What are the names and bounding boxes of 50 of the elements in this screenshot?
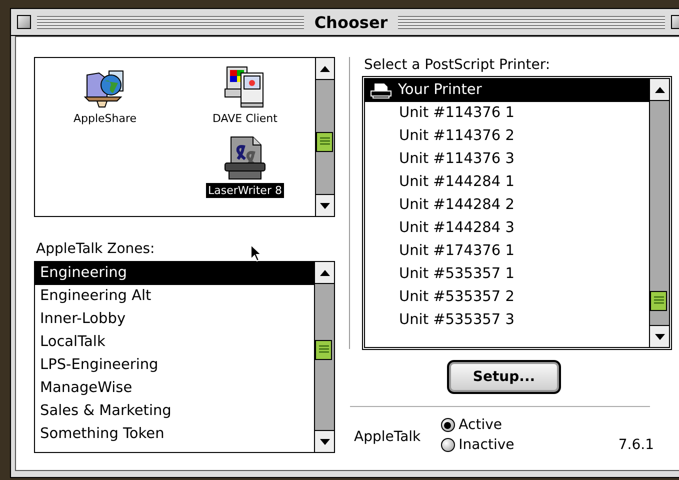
printer-item[interactable]: Unit #174376 1	[365, 240, 649, 263]
title-stripes[interactable]	[398, 16, 666, 28]
printer-item[interactable]: Unit #114376 1	[365, 102, 649, 125]
printer-item[interactable]: Unit #144284 1	[365, 171, 649, 194]
down-arrow-icon	[320, 438, 330, 444]
scroll-thumb[interactable]	[316, 132, 333, 152]
zone-item[interactable]: ManageWise	[35, 377, 314, 400]
window-title: Chooser	[313, 12, 389, 32]
appletalk-label: AppleTalk	[354, 429, 421, 445]
setup-button[interactable]: Setup...	[447, 360, 561, 394]
zone-item[interactable]: LPS-Engineering	[35, 354, 314, 377]
down-arrow-icon	[320, 202, 330, 208]
radio-button[interactable]: Inactive	[440, 437, 514, 453]
zone-item[interactable]: Inner-Lobby	[35, 308, 314, 331]
device-item[interactable]: DAVE Client	[175, 58, 315, 130]
scroll-up-button[interactable]	[650, 79, 669, 101]
printer-item[interactable]: Unit #114376 3	[365, 148, 649, 171]
scroll-up-button[interactable]	[315, 262, 334, 284]
scroll-down-button[interactable]	[315, 430, 334, 452]
up-arrow-icon	[320, 66, 330, 72]
printer-item[interactable]: Your Printer	[365, 79, 649, 102]
device-item[interactable]: LaserWriter 8	[175, 130, 315, 202]
version-number: 7.6.1	[618, 437, 654, 453]
up-arrow-icon	[320, 270, 330, 276]
down-arrow-icon	[654, 334, 664, 340]
up-arrow-icon	[654, 86, 664, 92]
zone-item[interactable]: Engineering	[35, 262, 314, 285]
printer-item[interactable]: Unit #114376 2	[365, 125, 649, 148]
printer-item[interactable]: Unit #535357 3	[365, 309, 649, 332]
close-box[interactable]	[17, 15, 31, 29]
radio-button[interactable]: Active	[440, 417, 514, 433]
printer-list-label: Select a PostScript Printer:	[364, 57, 552, 73]
zone-item[interactable]: LocalTalk	[35, 331, 314, 354]
printer-item[interactable]: Unit #535357 2	[365, 286, 649, 309]
scroll-up-button[interactable]	[316, 58, 334, 80]
zone-item[interactable]: Engineering Alt	[35, 285, 314, 308]
printer-item[interactable]: Unit #144284 3	[365, 217, 649, 240]
zone-item[interactable]: Something Token	[35, 423, 314, 446]
zones-label: AppleTalk Zones:	[36, 241, 155, 257]
scroll-down-button[interactable]	[316, 194, 334, 216]
scroll-thumb[interactable]	[650, 291, 667, 311]
printer-item[interactable]: Unit #144284 2	[365, 194, 649, 217]
scroll-down-button[interactable]	[650, 325, 669, 347]
printer-icon	[370, 82, 392, 98]
printer-item[interactable]: Unit #535357 1	[365, 263, 649, 286]
printer-icon	[223, 135, 267, 181]
title-stripes[interactable]	[37, 16, 304, 28]
scroll-thumb[interactable]	[315, 340, 332, 360]
zone-item[interactable]: Sales & Marketing	[35, 400, 314, 423]
device-item[interactable]: AppleShare	[35, 58, 175, 130]
